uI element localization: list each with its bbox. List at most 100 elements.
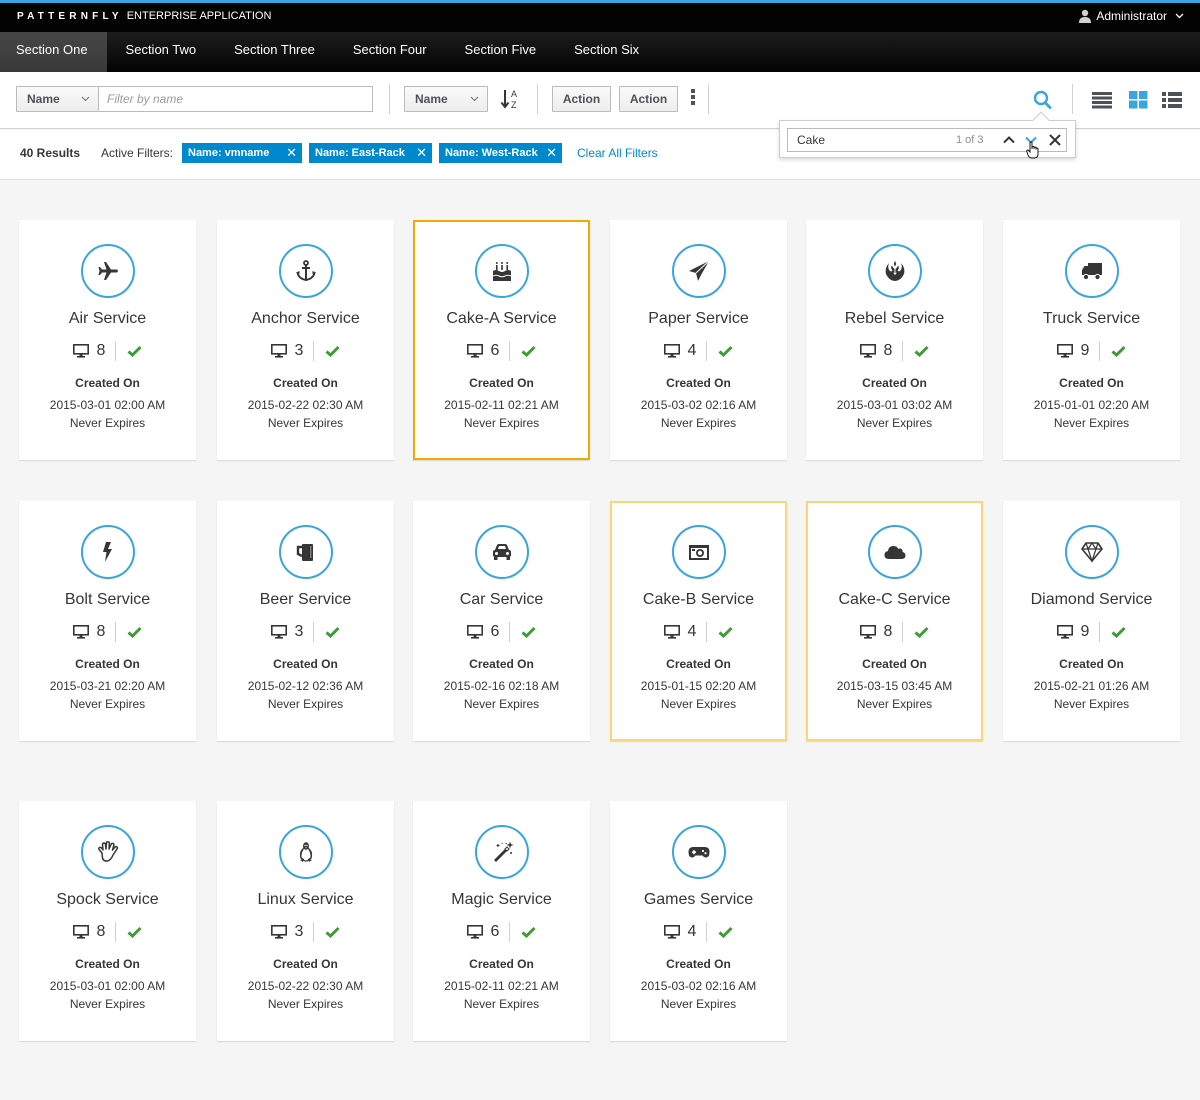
desktop-icon (663, 344, 680, 358)
vm-count: 4 (687, 623, 697, 640)
vm-count: 8 (883, 342, 893, 359)
card-title: Car Service (459, 591, 544, 608)
card-title: Beer Service (259, 591, 352, 608)
expiry-text: Never Expires (69, 416, 146, 430)
cloud-icon (884, 546, 905, 559)
remove-filter-icon[interactable]: ✕ (416, 143, 427, 163)
divider (902, 622, 904, 642)
filter-input[interactable] (99, 86, 373, 112)
service-card[interactable]: Beer Service 3 Created On 2015-02-12 02:… (217, 501, 394, 741)
find-input[interactable] (797, 133, 937, 147)
created-date: 2015-02-11 02:21 AM (444, 979, 559, 993)
remove-filter-icon[interactable]: ✕ (286, 143, 297, 163)
expiry-text: Never Expires (660, 697, 737, 711)
service-card[interactable]: Anchor Service 3 Created On 2015-02-22 0… (217, 220, 394, 460)
checkmark-icon (521, 926, 537, 938)
find-match-count: 1 of 3 (956, 134, 984, 146)
divider (509, 341, 511, 361)
brand-logo: PATTERNFLY (17, 11, 123, 22)
desktop-icon (72, 625, 89, 639)
close-icon[interactable] (1048, 133, 1062, 147)
filter-field-select[interactable]: Name (16, 86, 99, 112)
card-icon-circle (80, 825, 135, 879)
user-menu[interactable]: Administrator (1078, 9, 1184, 23)
card-view-icon[interactable] (1127, 91, 1149, 109)
list-view-icon[interactable] (1091, 91, 1113, 109)
table-view-icon[interactable] (1161, 91, 1183, 109)
action-button-2[interactable]: Action (619, 86, 678, 112)
nav-item-section-two[interactable]: Section Two (107, 32, 216, 72)
nav-item-section-six[interactable]: Section Six (555, 32, 658, 72)
checkmark-icon (521, 626, 537, 638)
service-card[interactable]: Rebel Service 8 Created On 2015-03-01 03… (806, 220, 983, 460)
paper-plane-icon (688, 260, 709, 281)
divider (509, 622, 511, 642)
service-card[interactable]: Cake-A Service 6 Created On 2015-02-11 0… (413, 220, 590, 460)
card-icon-circle (1064, 525, 1119, 579)
expiry-text: Never Expires (660, 416, 737, 430)
nav-item-section-four[interactable]: Section Four (334, 32, 446, 72)
created-on-label: Created On (469, 657, 534, 671)
masthead: PATTERNFLY ENTERPRISE APPLICATION Admini… (0, 0, 1200, 32)
action-button-1[interactable]: Action (552, 86, 611, 112)
car-icon (492, 544, 511, 560)
chevron-up-icon[interactable] (1002, 133, 1016, 147)
nav-item-section-three[interactable]: Section Three (215, 32, 334, 72)
checkmark-icon (1111, 626, 1127, 638)
service-card[interactable]: Car Service 6 Created On 2015-02-16 02:1… (413, 501, 590, 741)
nav-item-section-one[interactable]: Section One (0, 32, 107, 72)
service-card[interactable]: Cake-C Service 8 Created On 2015-03-15 0… (806, 501, 983, 741)
divider (115, 922, 117, 942)
card-stats: 3 (219, 340, 392, 362)
camera-icon (688, 545, 709, 560)
card-title: Cake-C Service (838, 591, 951, 608)
service-card[interactable]: Magic Service 6 Created On 2015-02-11 02… (413, 801, 590, 1041)
card-icon-circle (671, 525, 726, 579)
search-icon[interactable] (1032, 90, 1054, 110)
divider (115, 622, 117, 642)
sort-field-select[interactable]: Name (404, 86, 488, 112)
desktop-icon (663, 925, 680, 939)
service-card[interactable]: Linux Service 3 Created On 2015-02-22 02… (217, 801, 394, 1041)
expiry-text: Never Expires (69, 997, 146, 1011)
expiry-text: Never Expires (267, 416, 344, 430)
vm-count: 8 (96, 342, 106, 359)
service-card[interactable]: Air Service 8 Created On 2015-03-01 02:0… (19, 220, 196, 460)
service-card[interactable]: Paper Service 4 Created On 2015-03-02 02… (610, 220, 787, 460)
plane-icon (98, 262, 118, 280)
card-icon-circle (80, 244, 135, 298)
brand[interactable]: PATTERNFLY ENTERPRISE APPLICATION (17, 10, 271, 22)
created-on-label: Created On (666, 376, 731, 390)
bolt-icon (102, 542, 112, 562)
service-card[interactable]: Spock Service 8 Created On 2015-03-01 02… (19, 801, 196, 1041)
card-stats: 6 (415, 621, 588, 643)
created-date: 2015-03-01 02:00 AM (49, 398, 166, 412)
created-date: 2015-01-15 02:20 AM (640, 679, 757, 693)
chevron-down-icon (81, 96, 90, 102)
card-stats: 8 (808, 621, 981, 643)
remove-filter-icon[interactable]: ✕ (546, 143, 557, 163)
kebab-icon[interactable] (688, 88, 698, 110)
card-stats: 6 (415, 340, 588, 362)
card-title: Paper Service (648, 310, 749, 327)
card-title: Cake-A Service (446, 310, 557, 327)
card-title: Games Service (643, 891, 754, 908)
nav-item-section-five[interactable]: Section Five (446, 32, 556, 72)
service-card[interactable]: Games Service 4 Created On 2015-03-02 02… (610, 801, 787, 1041)
service-card[interactable]: Cake-B Service 4 Created On 2015-01-15 0… (610, 501, 787, 741)
created-on-label: Created On (1059, 376, 1124, 390)
service-card[interactable]: Bolt Service 8 Created On 2015-03-21 02:… (19, 501, 196, 741)
desktop-icon (466, 625, 483, 639)
service-card[interactable]: Truck Service 9 Created On 2015-01-01 02… (1003, 220, 1180, 460)
checkmark-icon (127, 926, 143, 938)
desktop-icon (1056, 625, 1073, 639)
sort-alpha-asc-icon[interactable]: A Z (500, 88, 522, 110)
gamepad-icon (688, 847, 709, 858)
desktop-icon (270, 625, 287, 639)
clear-all-filters-link[interactable]: Clear All Filters (577, 146, 658, 160)
created-date: 2015-02-11 02:21 AM (444, 398, 559, 412)
service-card[interactable]: Diamond Service 9 Created On 2015-02-21 … (1003, 501, 1180, 741)
divider (1072, 84, 1073, 114)
created-on-label: Created On (862, 657, 927, 671)
card-title: Bolt Service (64, 591, 151, 608)
